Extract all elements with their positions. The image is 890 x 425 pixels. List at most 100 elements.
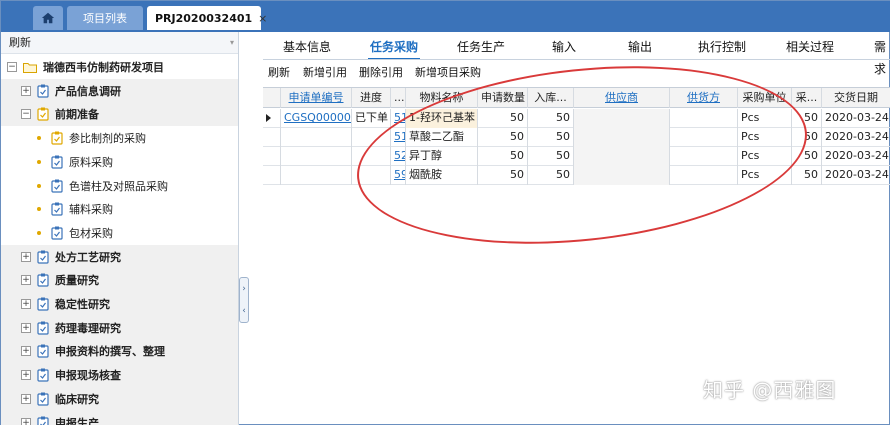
cell-stocked[interactable]: 50 bbox=[528, 166, 574, 185]
header-request-qty[interactable]: 申请数量 bbox=[478, 88, 528, 108]
cell-purchase[interactable]: 50 bbox=[792, 166, 822, 185]
tab-project-list[interactable]: 项目列表 bbox=[67, 6, 143, 30]
home-tab[interactable] bbox=[33, 6, 63, 30]
cell-vendor[interactable] bbox=[670, 166, 738, 185]
tree-node[interactable]: + 稳定性研究 bbox=[1, 292, 238, 316]
cell-request-no[interactable] bbox=[281, 166, 352, 185]
cell-request-qty[interactable]: 50 bbox=[478, 166, 528, 185]
tree-node[interactable]: + 临床研究 bbox=[1, 386, 238, 411]
cell-purchase-unit[interactable]: Pcs bbox=[738, 147, 792, 166]
cell-purchase[interactable]: 50 bbox=[792, 147, 822, 166]
tree-node[interactable]: + 处方工艺研究 bbox=[1, 244, 238, 269]
cell-purchase[interactable]: 50 bbox=[792, 128, 822, 147]
header-vendor[interactable]: 供货方 bbox=[670, 88, 738, 108]
collapse-toggle-icon[interactable]: − bbox=[21, 109, 31, 120]
tab-2[interactable]: 任务采购 bbox=[367, 36, 421, 60]
cell-purchase[interactable]: 50 bbox=[792, 109, 822, 128]
cell-material[interactable]: 异丁醇 bbox=[406, 147, 478, 166]
collapse-toggle-icon[interactable]: − bbox=[7, 62, 17, 72]
cell-supplier[interactable] bbox=[574, 166, 670, 185]
tab-project-detail[interactable]: PRJ2020032401 × bbox=[147, 6, 267, 30]
row-selector[interactable] bbox=[263, 166, 281, 185]
cell-progress[interactable] bbox=[352, 128, 391, 147]
row-selector[interactable] bbox=[263, 109, 281, 128]
cell-stocked[interactable]: 50 bbox=[528, 147, 574, 166]
cell-purchase-unit[interactable]: Pcs bbox=[738, 128, 792, 147]
expand-toggle-icon[interactable]: + bbox=[21, 393, 31, 404]
refresh-button[interactable]: 刷新 bbox=[268, 64, 290, 80]
cell-material[interactable]: 烟酰胺 bbox=[406, 166, 478, 185]
cell-ref[interactable]: 59 bbox=[391, 166, 406, 185]
tree-root[interactable]: − 瑞德西韦仿制药研发项目 bbox=[1, 55, 238, 79]
add-reference-button[interactable]: 新增引用 bbox=[303, 64, 347, 80]
tree-node[interactable]: + 申报现场核查 bbox=[1, 363, 238, 388]
expand-toggle-icon[interactable]: + bbox=[21, 275, 31, 286]
tab-8[interactable]: 需求 bbox=[874, 36, 890, 76]
sidebar-refresh[interactable]: 刷新 ▾ bbox=[1, 32, 238, 54]
table-row[interactable]: 52异丁醇5050Pcs502020-03-24 bbox=[263, 147, 890, 166]
table-row[interactable]: 59烟酰胺5050Pcs502020-03-24 bbox=[263, 166, 890, 185]
cell-request-qty[interactable]: 50 bbox=[478, 109, 528, 128]
cell-request-no[interactable] bbox=[281, 128, 352, 147]
header-progress[interactable]: 进度 bbox=[352, 88, 391, 108]
cell-ref[interactable]: 51 bbox=[391, 128, 406, 147]
cell-vendor[interactable] bbox=[670, 147, 738, 166]
cell-vendor[interactable] bbox=[670, 109, 738, 128]
tab-7[interactable]: 相关过程 bbox=[786, 36, 834, 58]
delete-reference-button[interactable]: 删除引用 bbox=[359, 64, 403, 80]
close-icon[interactable]: × bbox=[258, 12, 267, 25]
tree-node[interactable]: + 申报资料的撰写、整理 bbox=[1, 339, 238, 364]
row-selector[interactable] bbox=[263, 147, 281, 166]
tree-node[interactable]: − 前期准备 bbox=[1, 102, 238, 127]
table-row[interactable]: 51草酸二乙酯5050Pcs502020-03-24 bbox=[263, 128, 890, 147]
tree-node[interactable]: + 质量研究 bbox=[1, 268, 238, 293]
tree-leaf[interactable]: 参比制剂的采购 bbox=[1, 126, 238, 150]
expand-toggle-icon[interactable]: + bbox=[21, 370, 31, 381]
expand-toggle-icon[interactable]: + bbox=[21, 322, 31, 333]
cell-material[interactable]: 1-羟环己基苯 bbox=[406, 109, 478, 128]
expand-toggle-icon[interactable]: + bbox=[21, 346, 31, 357]
cell-vendor[interactable] bbox=[670, 128, 738, 147]
table-row[interactable]: CGSQ000001已下单511-羟环己基苯5050Pcs502020-03-2… bbox=[263, 109, 890, 128]
cell-stocked[interactable]: 50 bbox=[528, 109, 574, 128]
tab-3[interactable]: 任务生产 bbox=[457, 36, 505, 58]
header-purchase[interactable]: 采... bbox=[792, 88, 822, 108]
tab-1[interactable]: 基本信息 bbox=[283, 36, 331, 58]
expand-toggle-icon[interactable]: + bbox=[21, 251, 31, 262]
cell-stocked[interactable]: 50 bbox=[528, 128, 574, 147]
tree-node[interactable]: + 申报生产 bbox=[1, 410, 238, 425]
cell-delivery-date[interactable]: 2020-03-24 bbox=[822, 109, 890, 128]
cell-purchase-unit[interactable]: Pcs bbox=[738, 166, 792, 185]
header-delivery-date[interactable]: 交货日期 bbox=[822, 88, 890, 108]
tree-node[interactable]: + 药理毒理研究 bbox=[1, 315, 238, 340]
cell-progress[interactable] bbox=[352, 147, 391, 166]
expand-toggle-icon[interactable]: + bbox=[21, 85, 31, 96]
header-request-no[interactable]: 申请单编号 bbox=[281, 88, 352, 108]
cell-supplier[interactable] bbox=[574, 109, 670, 128]
header-material[interactable]: 物料名称 bbox=[406, 88, 478, 108]
cell-request-no[interactable] bbox=[281, 147, 352, 166]
cell-progress[interactable] bbox=[352, 166, 391, 185]
tab-6[interactable]: 执行控制 bbox=[698, 36, 746, 58]
sidebar-collapse-handle[interactable]: › ‹ bbox=[239, 277, 249, 323]
cell-ref[interactable]: 51 bbox=[391, 109, 406, 128]
tab-4[interactable]: 输入 bbox=[552, 36, 576, 58]
cell-progress[interactable]: 已下单 bbox=[352, 109, 391, 128]
row-selector[interactable] bbox=[263, 128, 281, 147]
cell-supplier[interactable] bbox=[574, 128, 670, 147]
header-purchase-unit[interactable]: 采购单位 bbox=[738, 88, 792, 108]
header-ref[interactable]: ... bbox=[391, 88, 406, 108]
cell-ref[interactable]: 52 bbox=[391, 147, 406, 166]
cell-material[interactable]: 草酸二乙酯 bbox=[406, 128, 478, 147]
cell-delivery-date[interactable]: 2020-03-24 bbox=[822, 147, 890, 166]
sidebar-menu-icon[interactable]: ▾ bbox=[230, 32, 234, 54]
cell-delivery-date[interactable]: 2020-03-24 bbox=[822, 166, 890, 185]
tree-leaf[interactable]: 色谱柱及对照品采购 bbox=[1, 174, 238, 198]
tree-node[interactable]: + 产品信息调研 bbox=[1, 78, 238, 103]
header-stocked[interactable]: 入库... bbox=[528, 88, 574, 108]
expand-toggle-icon[interactable]: + bbox=[21, 417, 31, 425]
cell-supplier[interactable] bbox=[574, 147, 670, 166]
expand-toggle-icon[interactable]: + bbox=[21, 299, 31, 309]
tab-5[interactable]: 输出 bbox=[628, 36, 652, 58]
tree-leaf[interactable]: 包材采购 bbox=[1, 221, 238, 245]
